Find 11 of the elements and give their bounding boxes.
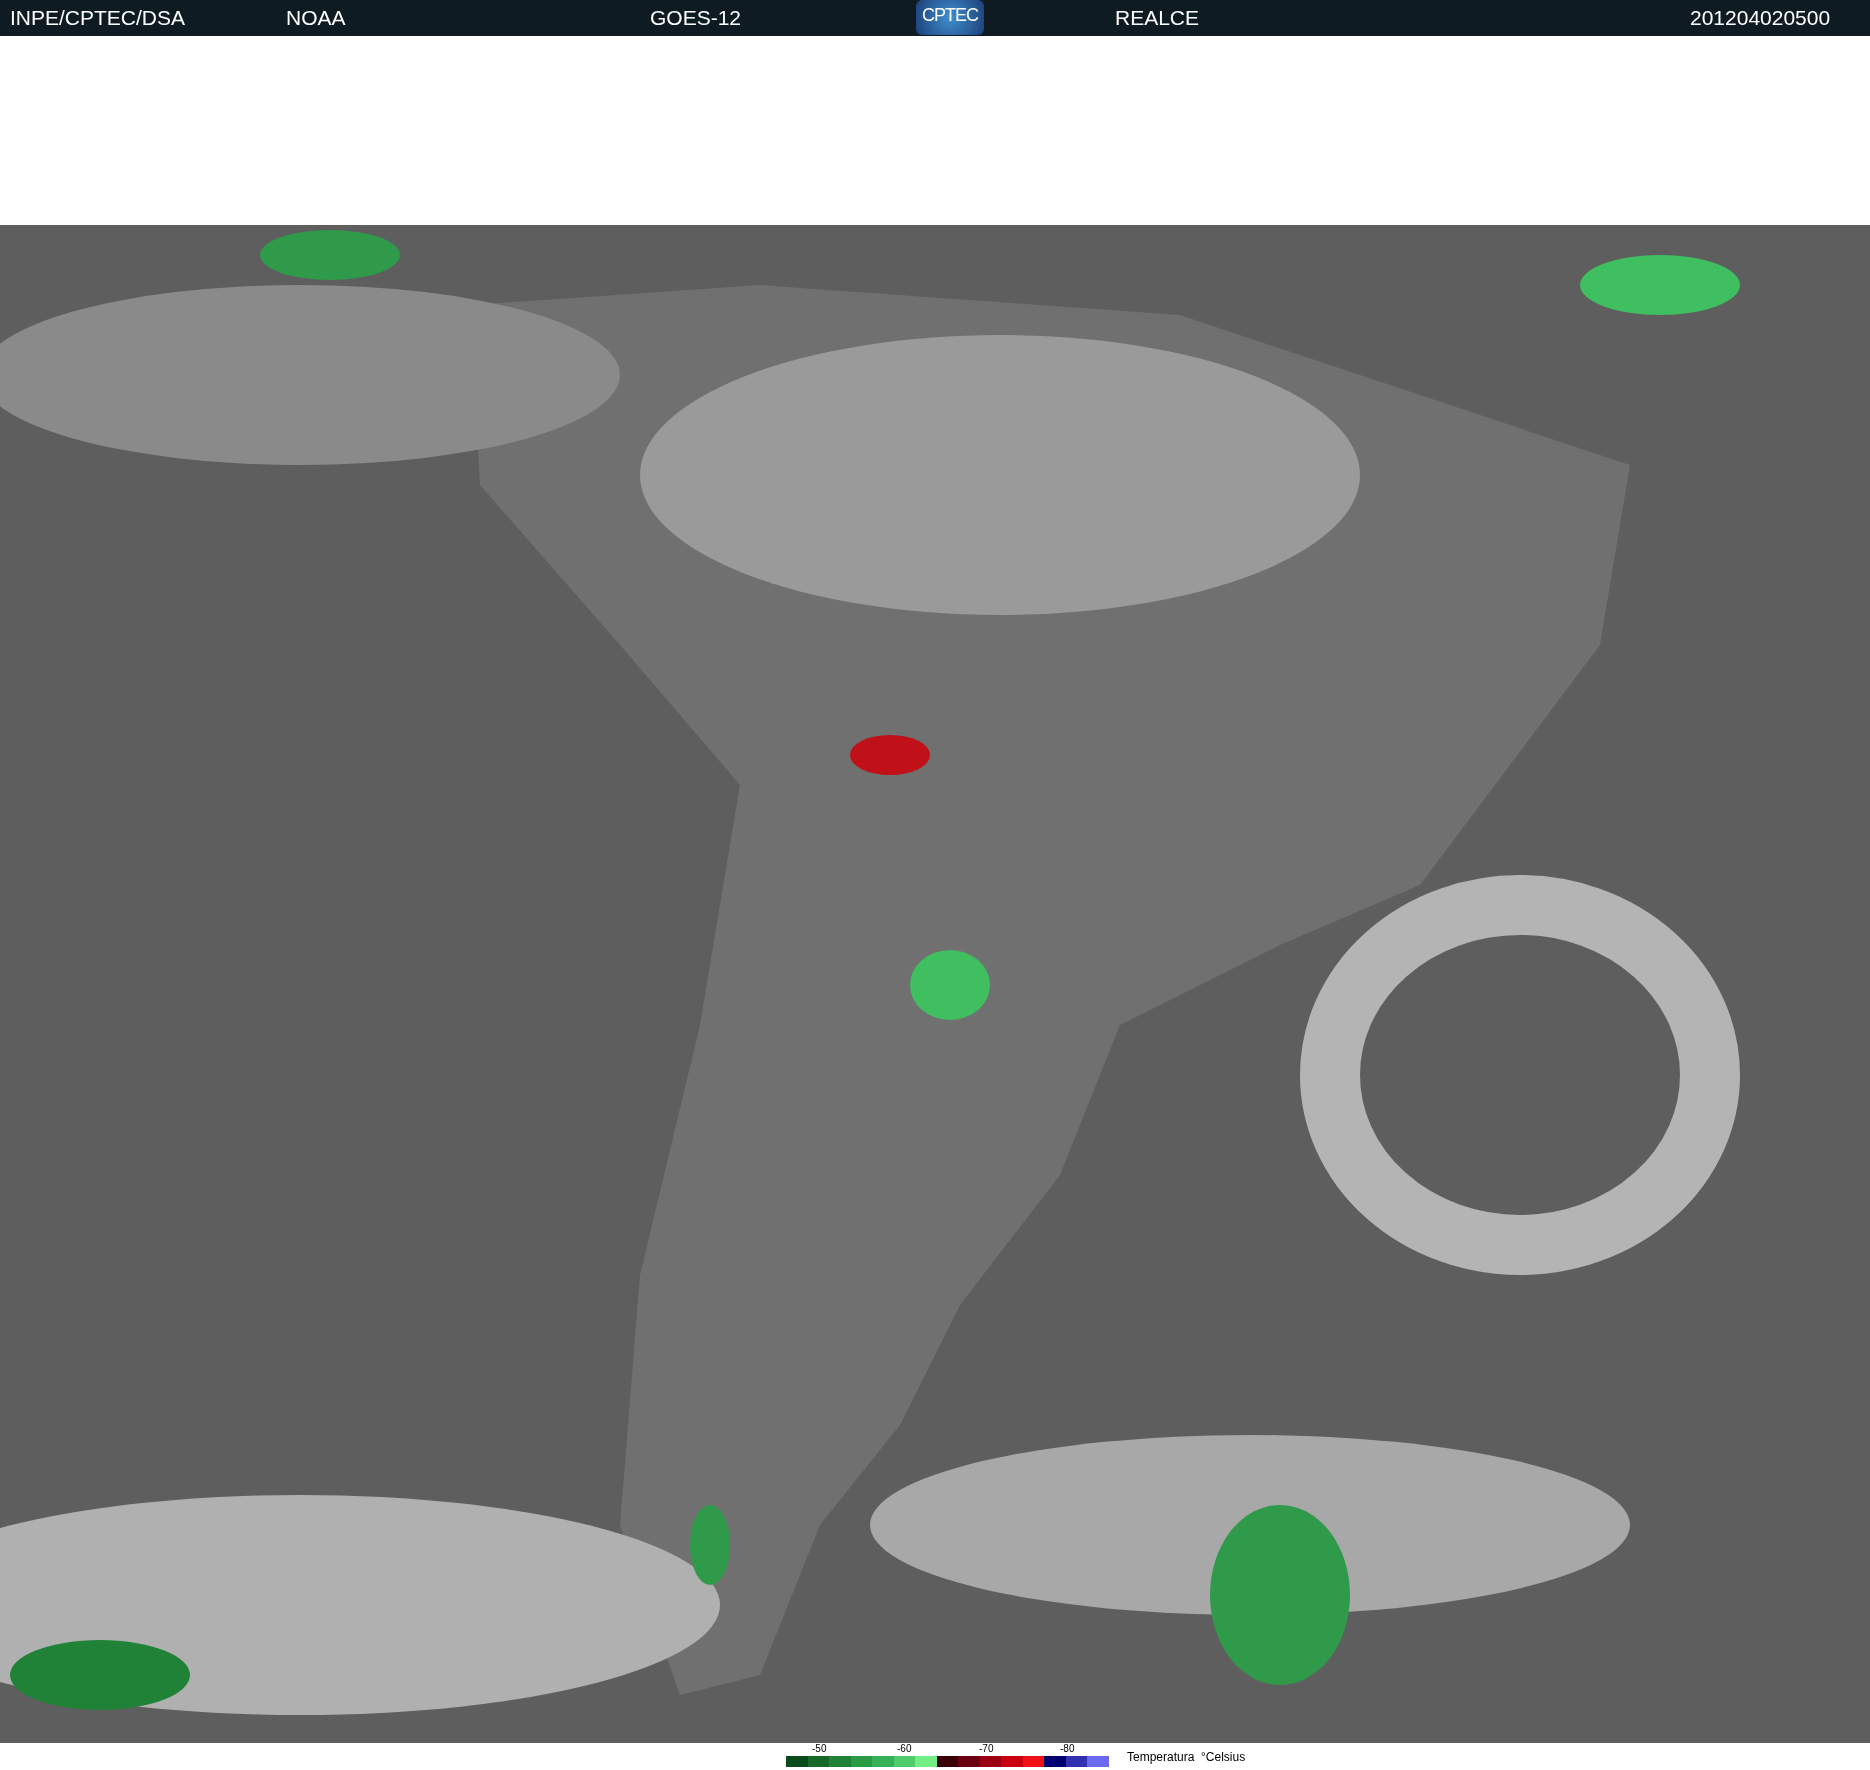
- header-label: NOAA: [286, 5, 346, 31]
- header-label: INPE/CPTEC/DSA: [10, 5, 186, 31]
- header-label: GOES-12: [650, 5, 742, 31]
- legend-tick-label: -50: [812, 1743, 827, 1755]
- header-label: 201204020500: [1690, 5, 1831, 31]
- legend-tick-label: -70: [979, 1743, 994, 1755]
- legend-tick-label: -60: [897, 1743, 912, 1755]
- legend-title: Temperatura °Celsius: [1127, 1749, 1246, 1765]
- cptec-logo: CPTEC: [916, 0, 984, 35]
- header-label: REALCE: [1115, 5, 1200, 31]
- legend-tick-label: -80: [1060, 1743, 1075, 1755]
